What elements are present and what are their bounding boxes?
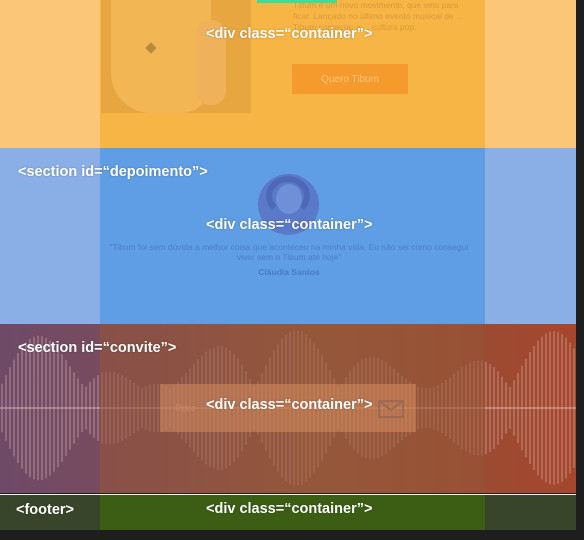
bottom-gutter <box>0 530 584 540</box>
container-label: <div class=“container”> <box>206 397 373 413</box>
footer-section: <footer> <div class=“container”> <box>0 494 576 530</box>
container-label: <div class=“container”> <box>206 26 373 42</box>
convite-section: Rece <section id=“convite”> <div class=“… <box>0 324 576 493</box>
cta-button[interactable]: Quero Tibum <box>292 64 408 94</box>
container-label: <div class=“container”> <box>206 217 373 233</box>
envelope-icon[interactable] <box>378 400 404 418</box>
testimonial-author: Cláudia Santos <box>258 267 320 277</box>
right-gutter <box>576 0 584 540</box>
avatar-face <box>276 184 302 214</box>
hero-section: Tibum é um novo movimento, que veio para… <box>0 0 576 148</box>
layout-diagram: Tibum é um novo movimento, que veio para… <box>0 0 576 530</box>
depoimento-section: "Tibum foi sem dúvida a melhor coisa que… <box>0 148 576 324</box>
container-label: <div class=“container”> <box>206 501 373 517</box>
testimonial-quote: "Tibum foi sem dúvida a melhor coisa que… <box>109 242 469 262</box>
accent-bar <box>257 0 337 3</box>
footer-label: <footer> <box>16 502 75 518</box>
newsletter-form-text: Rece <box>175 403 197 413</box>
hero-photo <box>101 0 251 113</box>
convite-section-label: <section id=“convite”> <box>18 340 177 356</box>
depoimento-section-label: <section id=“depoimento”> <box>18 164 208 180</box>
